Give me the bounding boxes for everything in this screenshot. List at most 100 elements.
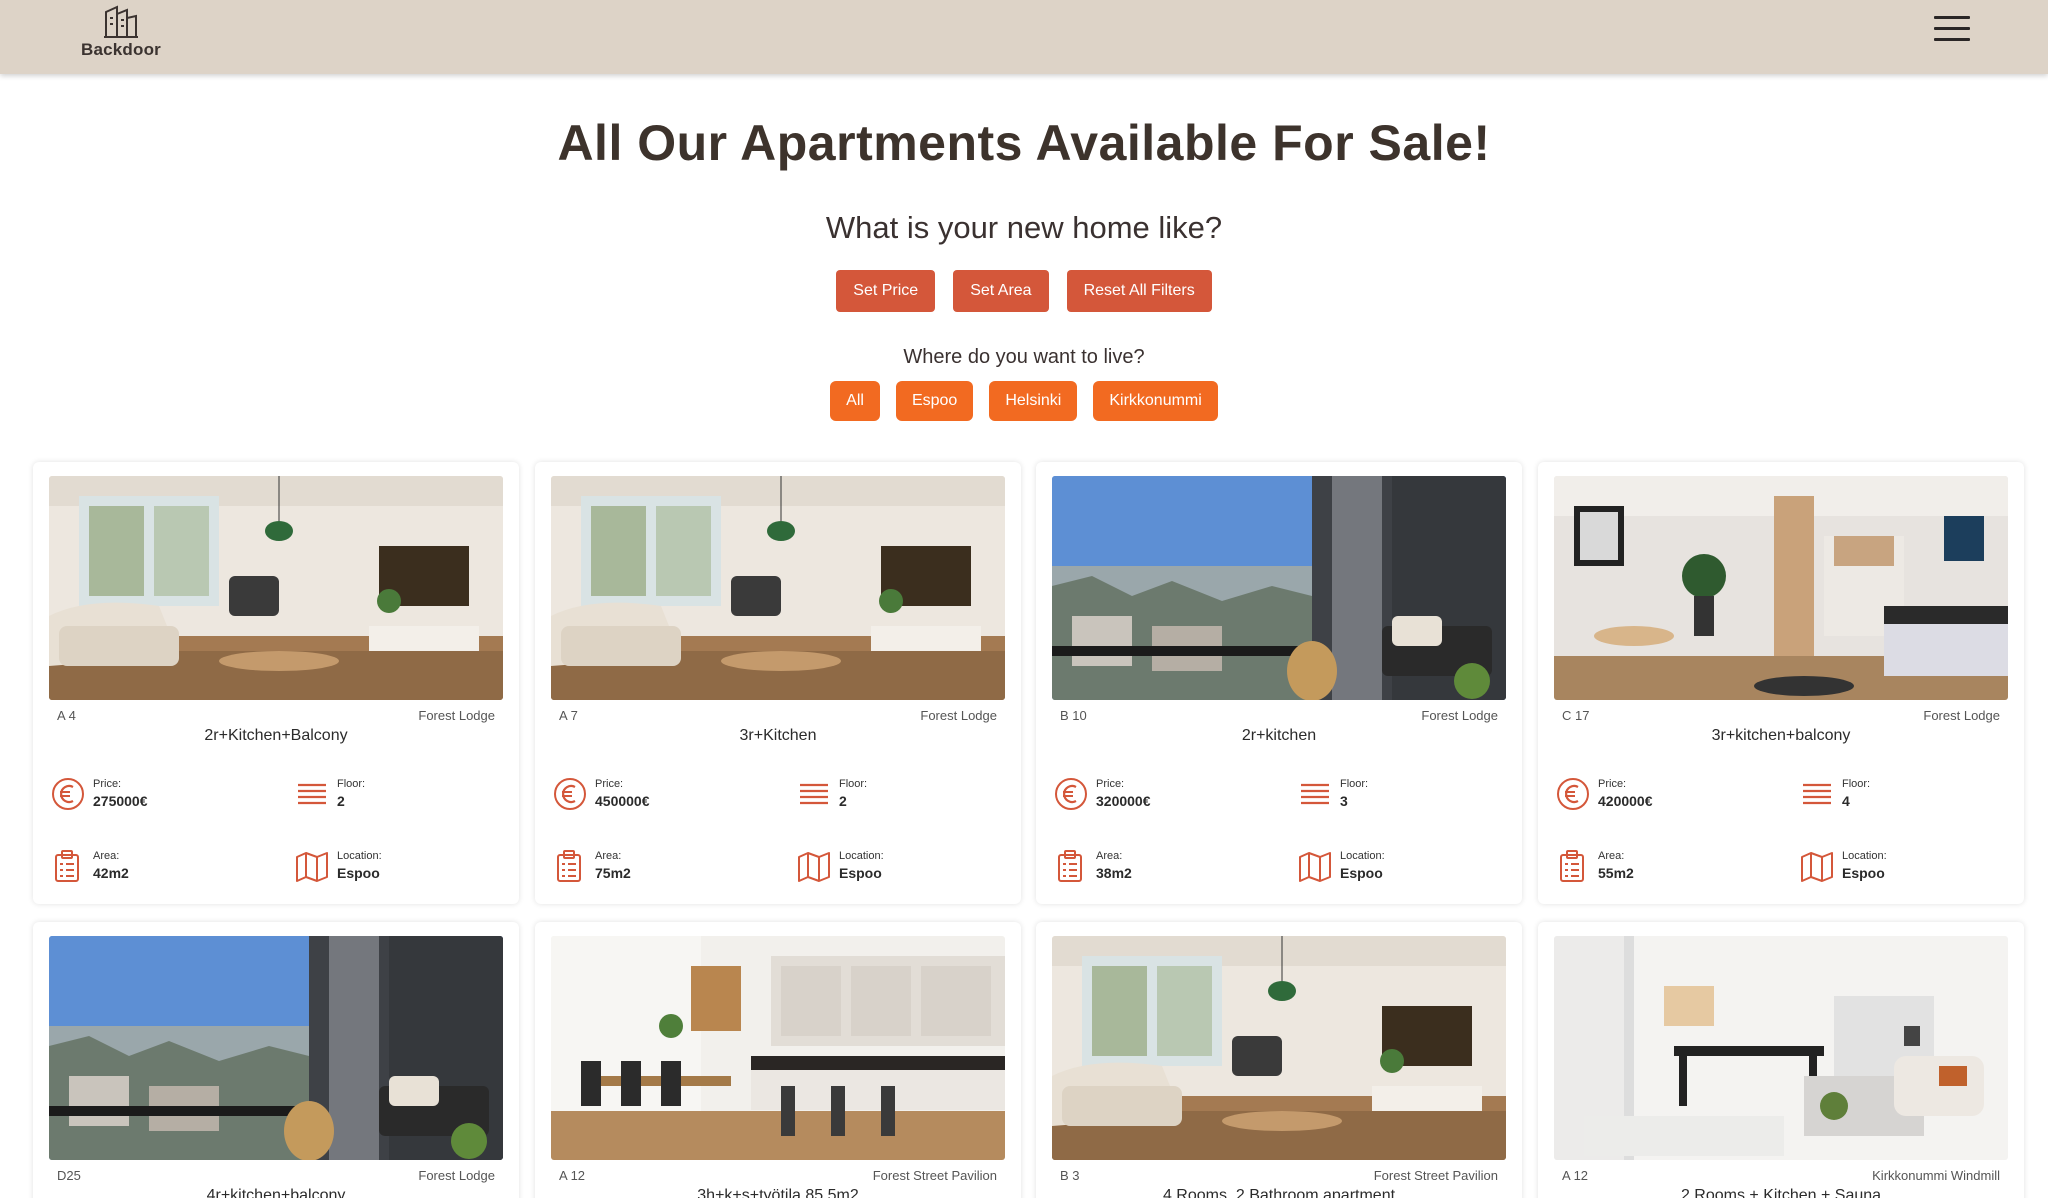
spec-floor-label: Floor:: [1340, 778, 1369, 790]
apartment-building: Kirkkonummi Windmill: [1872, 1168, 2000, 1183]
apartment-building: Forest Street Pavilion: [1373, 1168, 1498, 1183]
apartment-code: A 7: [559, 708, 578, 723]
spec-location-label: Location:: [1842, 850, 1887, 862]
spec-price-label: Price:: [595, 778, 624, 790]
apartment-title: 2 Rooms + Kitchen + Sauna: [1680, 1187, 1882, 1198]
apartment-card[interactable]: B 10 Forest Lodge 2r+kitchen Price: 3200…: [1036, 462, 1522, 904]
location-question: Where do you want to live?: [903, 346, 1145, 368]
spec-area-value: 38m2: [1096, 865, 1132, 881]
spec-floor-label: Floor:: [839, 778, 868, 790]
apartment-photo[interactable]: [49, 476, 503, 700]
spec-floor-value: 2: [839, 793, 847, 809]
spec-location-value: Espoo: [1842, 865, 1885, 881]
spec-area-label: Area:: [1096, 850, 1123, 862]
city-all-button[interactable]: All: [830, 381, 880, 421]
apartment-code: D25: [57, 1168, 81, 1183]
set-area-button[interactable]: Set Area: [953, 270, 1049, 312]
apartment-photo[interactable]: [1052, 936, 1506, 1160]
spec-price-value: 420000€: [1598, 793, 1653, 809]
apartment-photo[interactable]: [551, 936, 1005, 1160]
apartment-building: Forest Lodge: [418, 708, 495, 723]
floor-lines-icon: [1800, 777, 1834, 811]
map-icon: [295, 849, 329, 883]
spec-price-value: 320000€: [1096, 793, 1151, 809]
spec-price-value: 275000€: [93, 793, 148, 809]
city-kirkkonummi-button[interactable]: Kirkkonummi: [1093, 381, 1218, 421]
spec-area-label: Area:: [595, 850, 622, 862]
apartment-card[interactable]: A 12 Forest Street Pavilion 3h+k+s+työti…: [535, 922, 1021, 1198]
map-icon: [797, 849, 831, 883]
spec-price-value: 450000€: [595, 793, 650, 809]
spec-price-label: Price:: [1598, 778, 1627, 790]
apartment-card[interactable]: A 12 Kirkkonummi Windmill 2 Rooms + Kitc…: [1538, 922, 2024, 1198]
apartment-building: Forest Lodge: [1923, 708, 2000, 723]
spec-price: Price: 275000€: [51, 775, 251, 815]
spec-price: Price: 420000€: [1556, 775, 1756, 815]
spec-location-value: Espoo: [337, 865, 380, 881]
top-navbar: Backdoor: [0, 0, 2048, 74]
apartment-card[interactable]: A 4 Forest Lodge 2r+Kitchen+Balcony Pric…: [33, 462, 519, 904]
spec-area: Area: 42m2: [51, 847, 251, 887]
spec-location: Location: Espoo: [797, 847, 997, 887]
set-price-button[interactable]: Set Price: [836, 270, 936, 312]
clipboard-icon: [553, 849, 587, 883]
clipboard-icon: [51, 849, 85, 883]
city-helsinki-button[interactable]: Helsinki: [989, 381, 1078, 421]
apartment-title: 4 Rooms, 2 Bathroom apartment: [1162, 1187, 1396, 1198]
euro-icon: [51, 777, 85, 811]
floor-lines-icon: [797, 777, 831, 811]
spec-area-value: 75m2: [595, 865, 631, 881]
apartment-building: Forest Lodge: [920, 708, 997, 723]
apartment-card[interactable]: D25 Forest Lodge 4r+kitchen+balcony: [33, 922, 519, 1198]
apartment-code: A 12: [1562, 1168, 1589, 1183]
spec-price-label: Price:: [1096, 778, 1125, 790]
map-icon: [1298, 849, 1332, 883]
apartment-title: 3r+Kitchen: [739, 727, 817, 744]
filter-button-row: Set Price Set Area Reset All Filters: [0, 270, 2048, 312]
euro-icon: [553, 777, 587, 811]
apartment-code: A 12: [559, 1168, 586, 1183]
apartment-title: 2r+kitchen: [1241, 727, 1317, 744]
spec-location: Location: Espoo: [1800, 847, 2000, 887]
logo-text: Backdoor: [80, 40, 161, 59]
spec-floor-label: Floor:: [1842, 778, 1871, 790]
spec-location-value: Espoo: [1340, 865, 1383, 881]
reset-filters-button[interactable]: Reset All Filters: [1066, 270, 1212, 312]
city-filter-row: All Espoo Helsinki Kirkkonummi: [0, 381, 2048, 421]
apartment-card[interactable]: A 7 Forest Lodge 3r+Kitchen Price: 45000…: [535, 462, 1021, 904]
spec-price: Price: 450000€: [553, 775, 753, 815]
apartment-card[interactable]: B 3 Forest Street Pavilion 4 Rooms, 2 Ba…: [1036, 922, 1522, 1198]
apartment-code: C 17: [1562, 708, 1590, 723]
apartment-photo[interactable]: [1554, 476, 2008, 700]
apartment-building: Forest Street Pavilion: [872, 1168, 997, 1183]
spec-location-label: Location:: [337, 850, 382, 862]
spec-floor-value: 2: [337, 793, 345, 809]
spec-area-value: 55m2: [1598, 865, 1634, 881]
house-building-icon: [104, 5, 138, 38]
spec-area: Area: 38m2: [1054, 847, 1254, 887]
clipboard-icon: [1556, 849, 1590, 883]
spec-area-label: Area:: [1598, 850, 1625, 862]
apartment-code: B 3: [1060, 1168, 1080, 1183]
spec-location-label: Location:: [1340, 850, 1385, 862]
spec-area-value: 42m2: [93, 865, 129, 881]
apartment-card[interactable]: C 17 Forest Lodge 3r+kitchen+balcony Pri…: [1538, 462, 2024, 904]
apartment-title: 3r+kitchen+balcony: [1711, 727, 1851, 744]
apartment-photo[interactable]: [1554, 936, 2008, 1160]
spec-floor-value: 3: [1340, 793, 1348, 809]
apartment-photo[interactable]: [49, 936, 503, 1160]
spec-floor: Floor: 3: [1298, 775, 1498, 815]
floor-lines-icon: [295, 777, 329, 811]
logo[interactable]: Backdoor: [78, 4, 164, 68]
hamburger-menu-icon[interactable]: [1934, 16, 1970, 46]
spec-floor: Floor: 4: [1800, 775, 2000, 815]
spec-area: Area: 75m2: [553, 847, 753, 887]
spec-area-label: Area:: [93, 850, 120, 862]
euro-icon: [1054, 777, 1088, 811]
apartment-code: B 10: [1060, 708, 1087, 723]
apartment-photo[interactable]: [1052, 476, 1506, 700]
apartment-photo[interactable]: [551, 476, 1005, 700]
spec-location: Location: Espoo: [295, 847, 495, 887]
apartment-title: 3h+k+s+työtila 85.5m2: [697, 1187, 859, 1198]
city-espoo-button[interactable]: Espoo: [895, 381, 974, 421]
